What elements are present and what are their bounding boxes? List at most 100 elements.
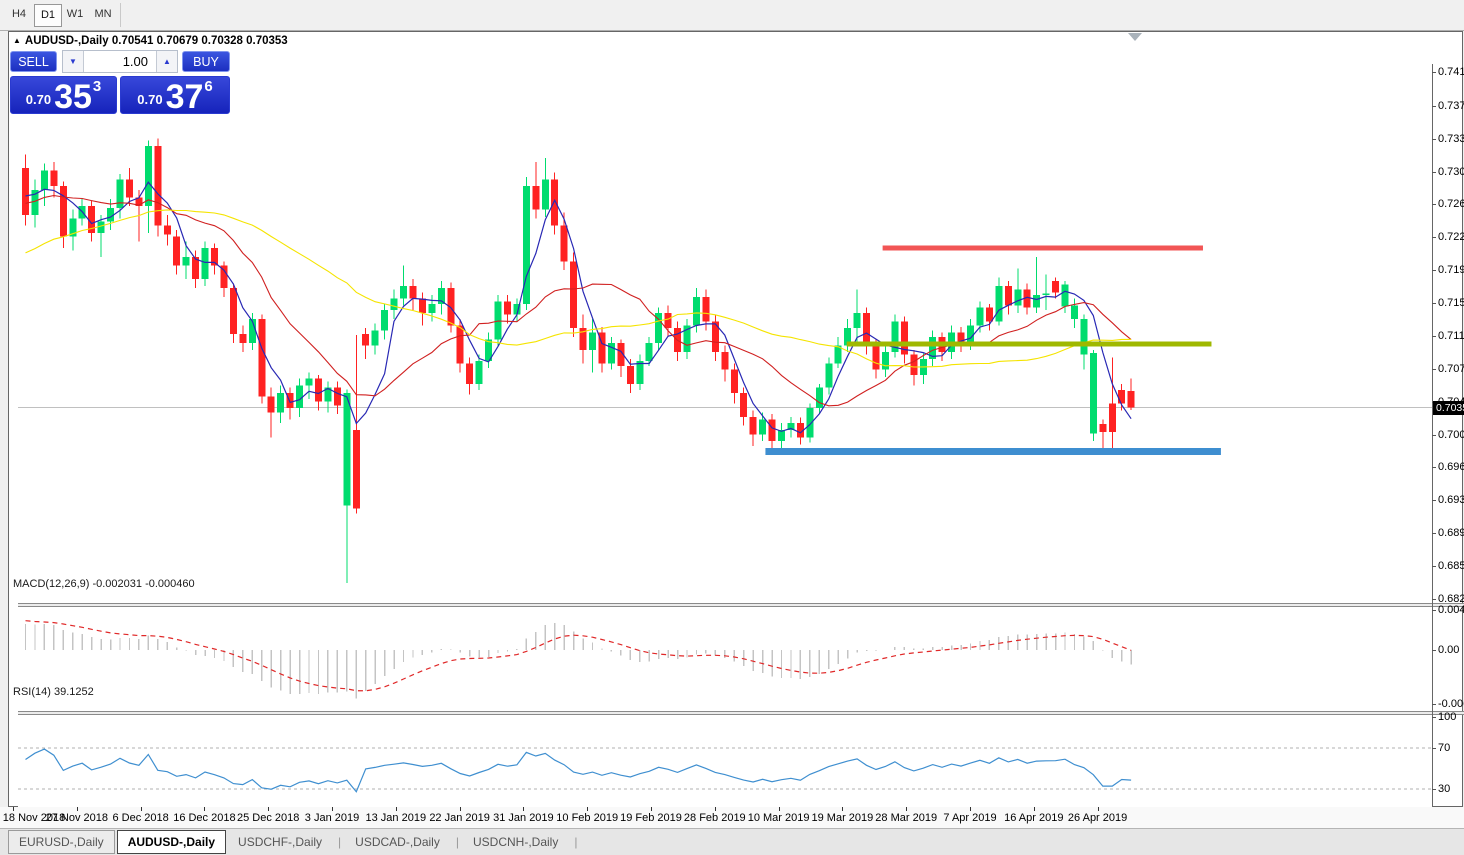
candle-body: [334, 387, 341, 405]
volume-decrease-button[interactable]: ▼: [63, 51, 84, 72]
price-axis-label: 0.69680: [1433, 461, 1464, 473]
main-price-chart[interactable]: [18, 64, 1432, 603]
collapse-triangle-icon[interactable]: ▲: [13, 36, 21, 45]
date-axis-label: 31 Jan 2019: [493, 812, 554, 824]
date-axis-label: 22 Jan 2019: [429, 812, 490, 824]
tab-separator: |: [456, 835, 459, 849]
date-axis-label: 16 Apr 2019: [1004, 812, 1063, 824]
price-axis-label: 0.72640: [1433, 198, 1464, 210]
candle-body: [1033, 295, 1040, 307]
macd-axis-label: -0.00639: [1433, 698, 1464, 710]
timeframe-tab-h4[interactable]: H4: [6, 4, 32, 25]
date-axis-tick: [523, 807, 524, 811]
candle-body: [476, 361, 483, 384]
date-axis-label: 19 Feb 2019: [620, 812, 682, 824]
date-axis-tick: [906, 807, 907, 811]
volume-increase-button[interactable]: ▲: [156, 51, 177, 72]
candle-body: [1099, 424, 1106, 432]
macd-axis-label: 0.00: [1433, 644, 1464, 656]
macd-indicator-chart[interactable]: [18, 607, 1432, 711]
candle-body: [1052, 281, 1059, 293]
timeframe-tab-w1[interactable]: W1: [62, 4, 88, 25]
price-axis-label: 0.68940: [1433, 527, 1464, 539]
candle-body: [551, 180, 558, 226]
date-axis-tick: [1098, 807, 1099, 811]
timeframe-tab-d1[interactable]: D1: [34, 4, 62, 27]
price-axis-label: 0.73380: [1433, 133, 1464, 145]
date-axis-label: 26 Apr 2019: [1068, 812, 1127, 824]
candle-body: [504, 301, 511, 314]
sell-button[interactable]: SELL: [10, 51, 57, 72]
date-axis-tick: [970, 807, 971, 811]
date-axis-tick: [396, 807, 397, 811]
date-axis-label: 25 Dec 2018: [237, 812, 299, 824]
price-axis-label: 0.73750: [1433, 100, 1464, 112]
date-axis-tick: [651, 807, 652, 811]
date-axis-tick: [141, 807, 142, 811]
date-axis-tick: [587, 807, 588, 811]
candle-body: [154, 146, 161, 226]
buy-button[interactable]: BUY: [182, 51, 230, 72]
candle-body: [986, 308, 993, 322]
chart-shift-marker-icon[interactable]: [1128, 33, 1142, 41]
buy-price-panel[interactable]: 0.70 37 6: [120, 76, 230, 114]
price-axis-label: 0.69310: [1433, 494, 1464, 506]
buy-price-prefix: 0.70: [137, 92, 162, 107]
date-axis-label: 19 Mar 2019: [812, 812, 874, 824]
volume-spinner: ▼ ▲: [62, 50, 178, 73]
trading-terminal: H4D1W1MN 0.74130 0.73750 0.73380 0.73010 0.7…: [0, 0, 1464, 855]
date-axis-label: 6 Dec 2018: [112, 812, 168, 824]
candle-body: [50, 171, 57, 186]
candle-body: [447, 288, 454, 325]
volume-input[interactable]: [84, 51, 156, 72]
price-axis-label: 0.73010: [1433, 166, 1464, 178]
date-axis-label: 13 Jan 2019: [366, 812, 427, 824]
price-axis-label: 0.71900: [1433, 264, 1464, 276]
candle-body: [910, 355, 917, 375]
tab-separator: |: [574, 835, 577, 849]
candle-body: [967, 325, 974, 343]
candle-body: [258, 319, 265, 396]
candle-body: [1118, 390, 1125, 403]
candle-body: [315, 379, 322, 402]
price-axis-label: 0.71530: [1433, 297, 1464, 309]
timeframe-tab-mn[interactable]: MN: [90, 4, 116, 25]
candle-body: [428, 304, 435, 313]
price-axis-label: 0.68200: [1433, 593, 1464, 605]
symbol-tab-bar: EURUSD-,DailyAUDUSD-,DailyUSDCHF-,Daily |…: [0, 828, 1464, 855]
symbol-tab-eurusd[interactable]: EURUSD-,Daily: [8, 830, 115, 854]
candle-body: [1080, 319, 1087, 355]
candle-body: [1109, 403, 1116, 431]
candle-body: [740, 393, 747, 417]
candle-body: [495, 301, 502, 339]
date-axis-label: 10 Mar 2019: [748, 812, 810, 824]
candle-body: [466, 363, 473, 383]
date-axis-label: 16 Dec 2018: [173, 812, 235, 824]
candle-body: [145, 146, 152, 206]
price-axis-label: 0.74130: [1433, 66, 1464, 78]
price-axis-label: 0.68570: [1433, 560, 1464, 572]
candle-body: [164, 226, 171, 235]
symbol-tab-usdchf[interactable]: USDCHF-,Daily: [228, 831, 332, 853]
symbol-tab-usdcad[interactable]: USDCAD-,Daily: [345, 831, 450, 853]
rsi-label: RSI(14) 39.1252: [13, 686, 94, 698]
toolbar-divider: [120, 3, 121, 27]
symbol-tab-usdcnh[interactable]: USDCNH-,Daily: [463, 831, 568, 853]
price-axis-label: 0.71160: [1433, 330, 1464, 342]
sell-price-panel[interactable]: 0.70 35 3: [10, 76, 117, 114]
candle-body: [1071, 306, 1078, 319]
date-axis-label: 3 Jan 2019: [305, 812, 359, 824]
chart-title: ▲AUDUSD-,Daily 0.70541 0.70679 0.70328 0…: [13, 35, 288, 47]
date-axis-label: 28 Feb 2019: [684, 812, 746, 824]
candle-body: [419, 299, 426, 313]
candle-body: [230, 288, 237, 334]
candle-body: [825, 363, 832, 387]
sell-price-prefix: 0.70: [26, 92, 51, 107]
chart-window[interactable]: 0.741300.737500.733800.730100.726400.722…: [8, 31, 1463, 807]
symbol-tab-audusd[interactable]: AUDUSD-,Daily: [117, 830, 226, 854]
candle-body: [41, 171, 48, 191]
candle-body: [731, 370, 738, 393]
date-axis-tick: [204, 807, 205, 811]
chart-title-symbol: AUDUSD-,Daily: [25, 35, 109, 47]
candle-body: [570, 261, 577, 328]
